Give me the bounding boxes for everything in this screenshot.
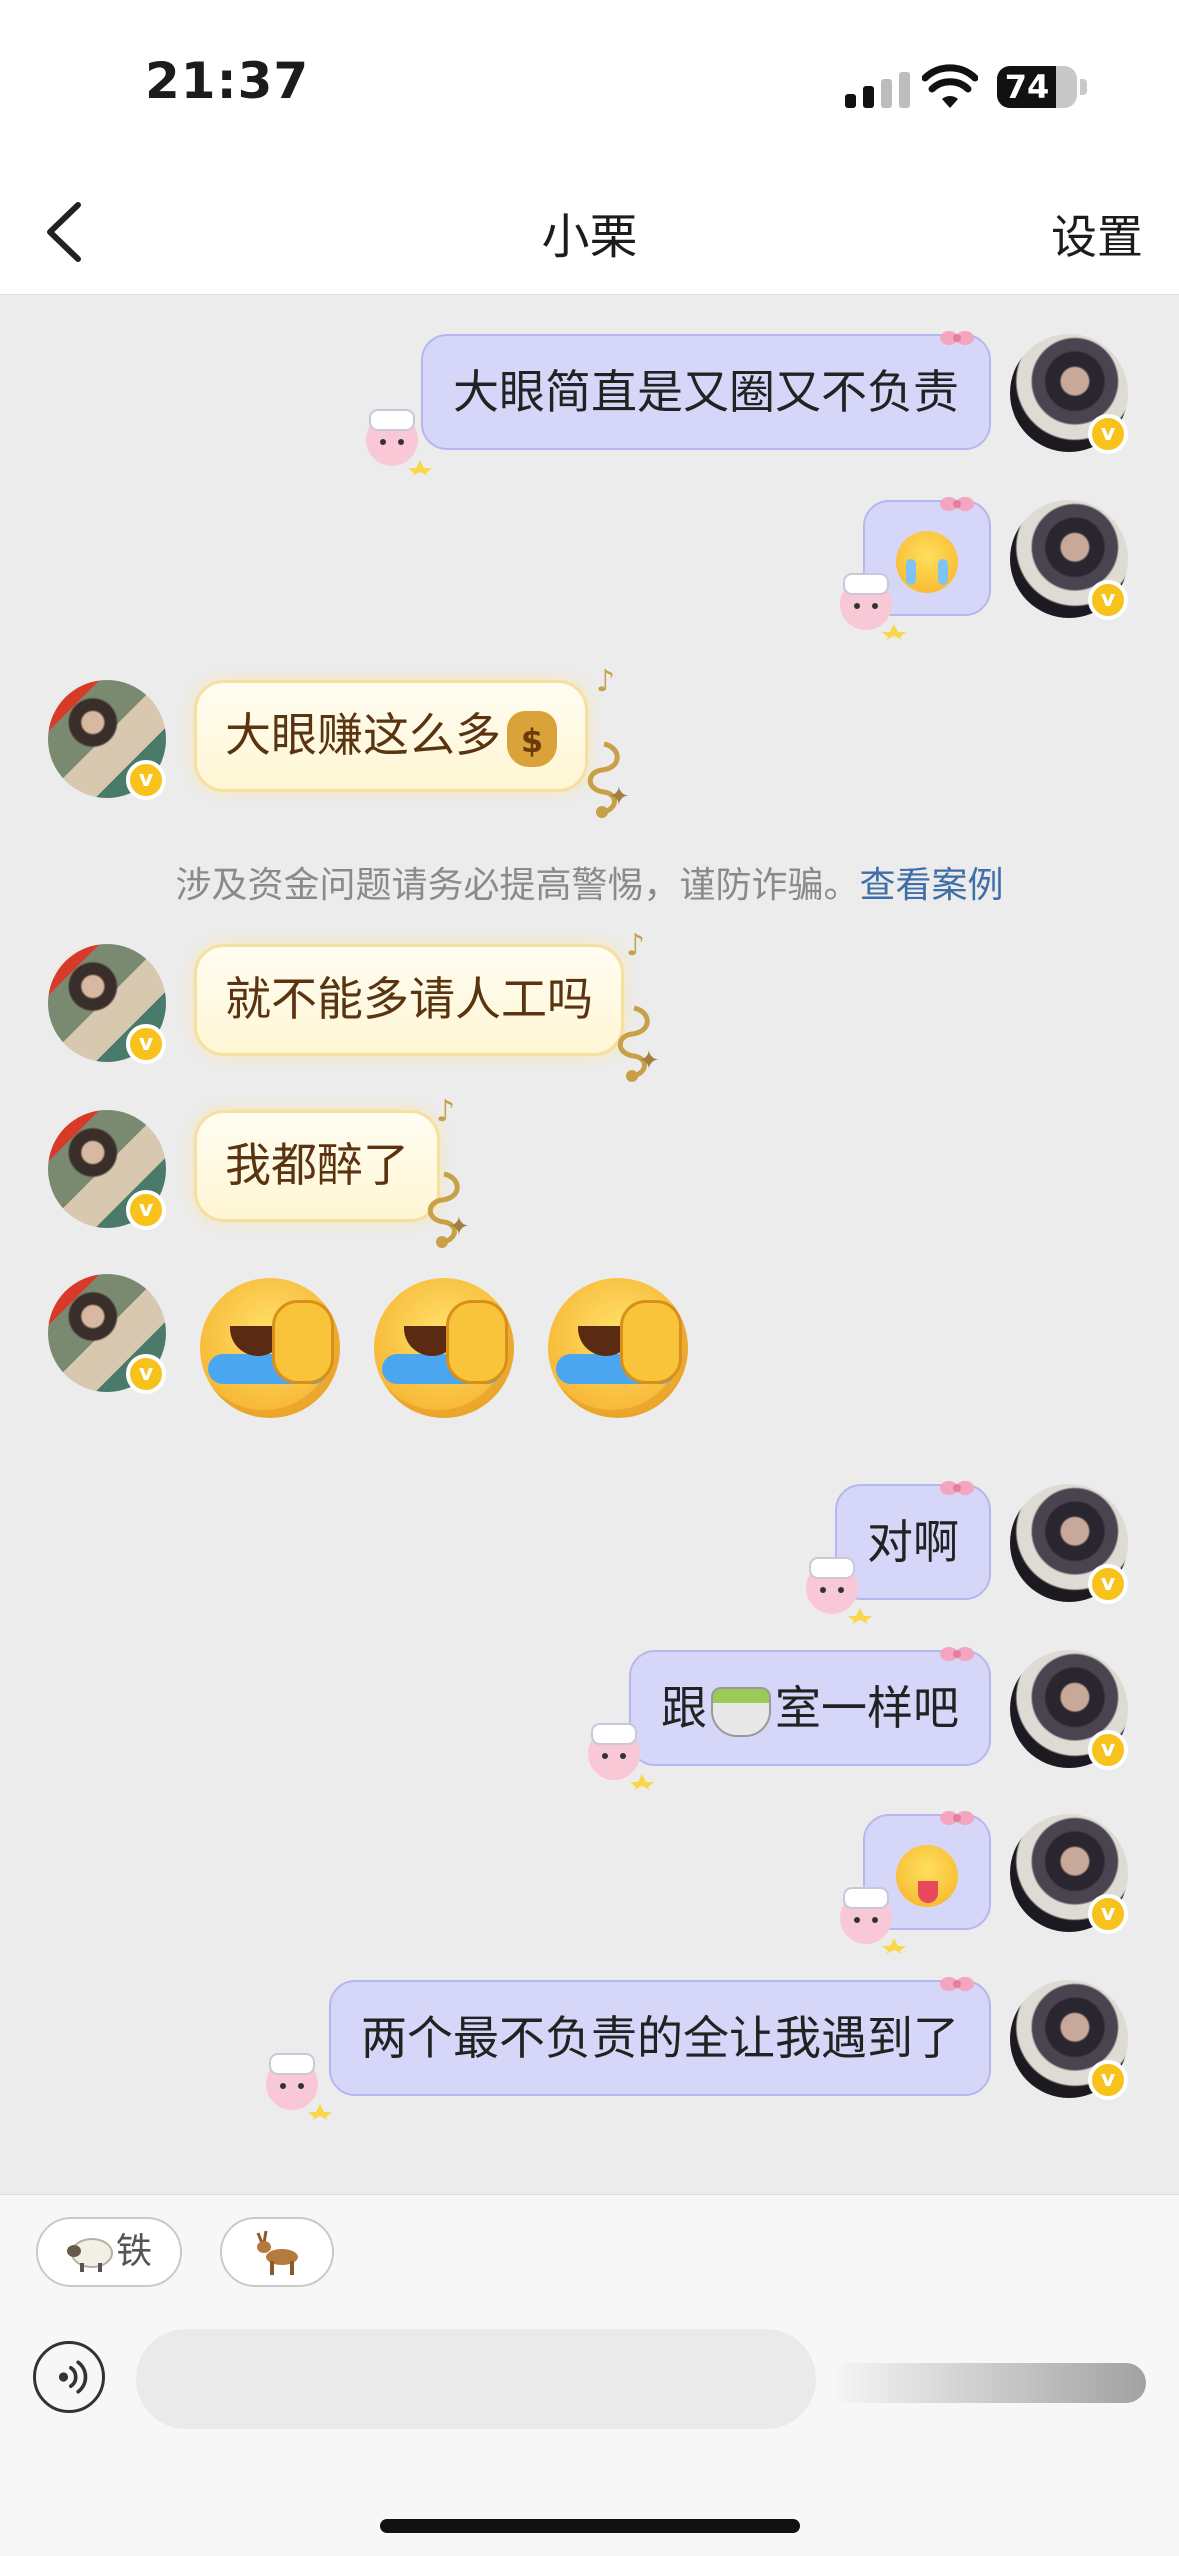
voice-icon[interactable]	[33, 2341, 105, 2413]
message-text: 室一样吧	[775, 1681, 959, 1735]
bear-sticker-icon	[840, 1887, 906, 1954]
quick-reply-label: 铁	[116, 2231, 153, 2272]
verified-badge-icon: v	[1088, 580, 1128, 620]
message-outgoing: v	[0, 296, 1179, 640]
bear-sticker-icon	[266, 2053, 332, 2120]
sparkle-icon: ✦	[638, 1046, 660, 1076]
bear-sticker-icon	[588, 1723, 654, 1790]
verified-badge-icon: v	[126, 1354, 166, 1394]
verified-badge-icon: v	[1088, 1564, 1128, 1604]
chat-title: 小栗	[541, 209, 638, 265]
verified-badge-icon: v	[126, 1024, 166, 1064]
bow-icon	[940, 497, 974, 511]
money-bag-icon	[507, 710, 557, 767]
verified-badge-icon: v	[126, 1190, 166, 1230]
message-bubble[interactable]: 两个最不负责的全让我遇到了	[329, 1980, 991, 2096]
home-indicator	[380, 2519, 800, 2533]
verified-badge-icon: v	[126, 760, 166, 800]
verified-badge-icon: v	[1088, 1894, 1128, 1934]
quick-reply-chip[interactable]: 铁	[36, 2217, 183, 2287]
bear-sticker-icon	[806, 1557, 872, 1624]
nav-bar: 小栗 设置	[0, 175, 1179, 295]
message-bubble[interactable]: 跟 室一样吧	[629, 1650, 991, 1766]
tea-cup-icon	[711, 1686, 771, 1737]
status-bar: 21:37 74	[0, 0, 1179, 175]
message-bubble[interactable]: 我都醉了	[194, 1110, 440, 1222]
music-note-icon: ♪	[436, 1094, 456, 1129]
battery-percent: 74	[1004, 68, 1050, 106]
battery-icon: 74	[997, 66, 1077, 108]
fraud-warning-notice: 涉及资金问题请务必提高警惕，谨防诈骗。查看案例	[0, 856, 1179, 908]
message-bubble[interactable]: 就不能多请人工吗	[194, 944, 624, 1056]
bow-icon	[940, 1977, 974, 1991]
rolling-on-floor-laughing-icon[interactable]	[374, 1278, 514, 1418]
rolling-on-floor-laughing-icon[interactable]	[548, 1278, 688, 1418]
bear-sticker-icon	[840, 573, 906, 640]
deer-icon	[256, 2230, 298, 2275]
music-note-icon: ♪	[626, 928, 646, 963]
blurred-toolbar	[830, 2363, 1146, 2403]
message-text: 跟	[661, 1681, 707, 1735]
rolling-on-floor-laughing-icon[interactable]	[200, 1278, 340, 1418]
sheep-icon	[67, 2238, 113, 2272]
sparkle-icon: ✦	[448, 1212, 470, 1242]
composer-bar: 铁	[0, 2194, 1179, 2556]
cellular-signal-icon	[845, 72, 910, 108]
battery-cap	[1080, 79, 1087, 95]
bow-icon	[940, 1481, 974, 1495]
settings-button[interactable]: 设置	[1051, 201, 1143, 267]
chat-area[interactable]: 大眼简直是又圈又不负责 v v v 大眼赚这么多 ♪ ✦ 涉及资金问题请务必提高…	[0, 296, 1179, 2194]
bow-icon	[940, 1811, 974, 1825]
message-text: 大眼赚这么多	[225, 708, 501, 762]
verified-badge-icon: v	[1088, 2060, 1128, 2100]
message-input[interactable]	[136, 2329, 816, 2429]
sparkle-icon: ✦	[608, 782, 630, 812]
notice-text: 涉及资金问题请务必提高警惕，谨防诈骗。	[175, 865, 860, 906]
quick-reply-chip[interactable]	[220, 2217, 334, 2287]
bow-icon	[940, 1647, 974, 1661]
music-note-icon: ♪	[596, 664, 616, 699]
verified-badge-icon: v	[1088, 1730, 1128, 1770]
view-cases-link[interactable]: 查看案例	[860, 865, 1004, 906]
message-bubble[interactable]: 大眼赚这么多	[194, 680, 588, 792]
status-time: 21:37	[145, 52, 310, 110]
wifi-icon	[922, 64, 978, 108]
